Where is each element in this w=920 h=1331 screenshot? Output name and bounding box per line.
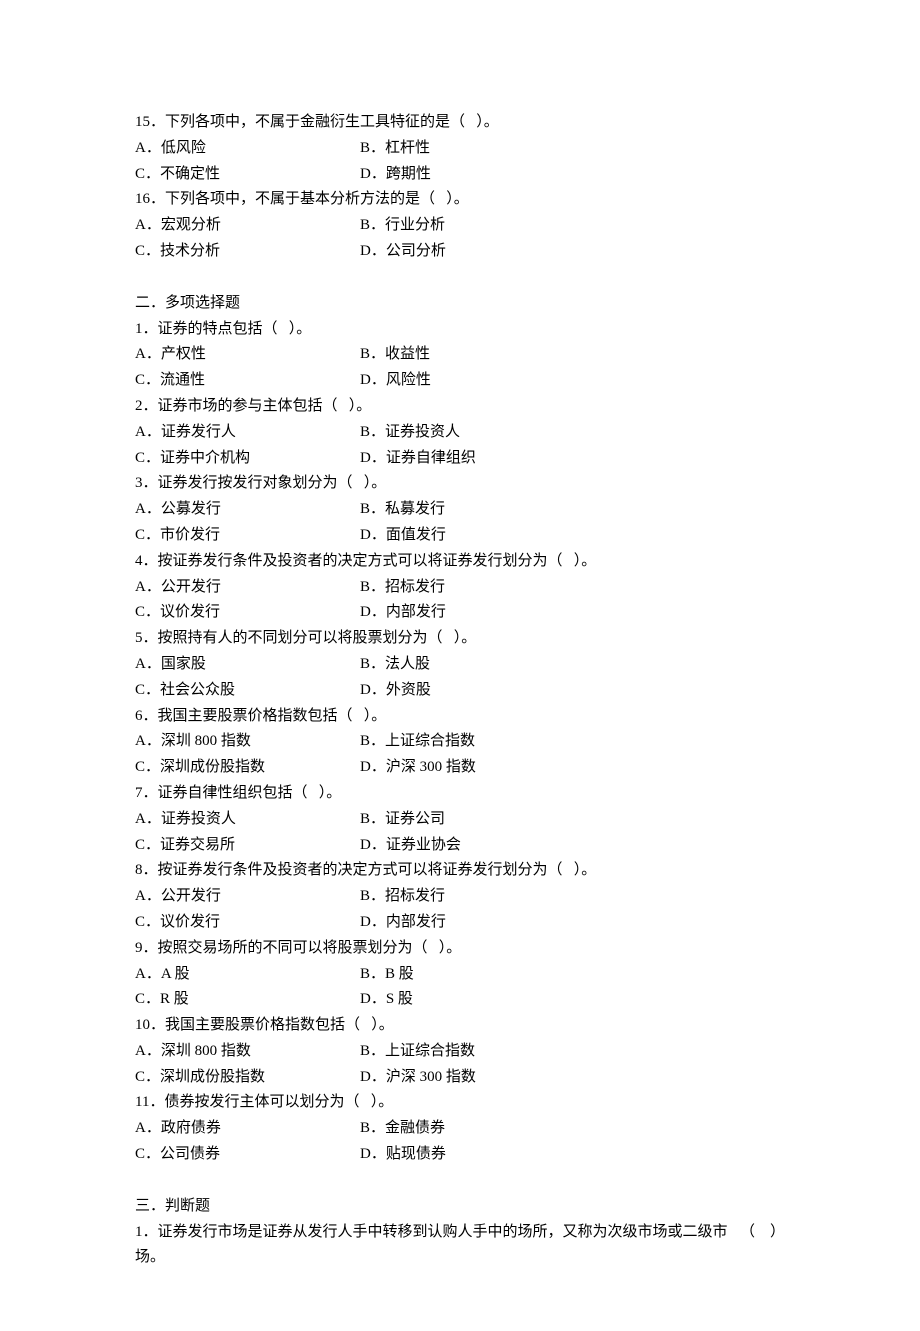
multi-q5-d: D．外资股 [360,678,431,704]
multi-q2-d: D．证券自律组织 [360,446,476,472]
multi-q2-stem: 2．证券市场的参与主体包括（ ）。 [135,394,785,420]
single-q16-stem: 16．下列各项中，不属于基本分析方法的是（ ）。 [135,187,785,213]
multi-q2-b: B．证券投资人 [360,420,460,446]
multi-q5-a: A．国家股 [135,652,360,678]
multi-q3-a: A．公募发行 [135,497,360,523]
multi-q8-stem: 8．按证券发行条件及投资者的决定方式可以将证券发行划分为（ ）。 [135,858,785,884]
multi-q10-stem: 10．我国主要股票价格指数包括（ ）。 [135,1013,785,1039]
multi-q11-stem: 11．债券按发行主体可以划分为（ ）。 [135,1090,785,1116]
multi-q2-a: A．证券发行人 [135,420,360,446]
single-q15-b: B．杠杆性 [360,136,430,162]
single-q15-stem: 15．下列各项中，不属于金融衍生工具特征的是（ ）。 [135,110,785,136]
multi-q5-row-cd: C．社会公众股 D．外资股 [135,678,785,704]
multi-q9-c: C．R 股 [135,987,360,1013]
single-q15-a: A．低风险 [135,136,360,162]
single-q15-row-ab: A．低风险 B．杠杆性 [135,136,785,162]
multi-heading: 二．多项选择题 [135,291,785,317]
multi-q8-a: A．公开发行 [135,884,360,910]
multi-q7-b: B．证券公司 [360,807,445,833]
multi-q11-b: B．金融债券 [360,1116,445,1142]
multi-q11-row-cd: C．公司债券 D．贴现债券 [135,1142,785,1168]
multi-q10-b: B．上证综合指数 [360,1039,475,1065]
multi-q10-c: C．深圳成份股指数 [135,1065,360,1091]
multi-q1-b: B．收益性 [360,342,430,368]
multi-q4-stem: 4．按证券发行条件及投资者的决定方式可以将证券发行划分为（ ）。 [135,549,785,575]
multi-q9-a: A．A 股 [135,962,360,988]
multi-q8-d: D．内部发行 [360,910,446,936]
multi-q1-d: D．风险性 [360,368,431,394]
single-q15-c: C．不确定性 [135,162,360,188]
multi-q6-d: D．沪深 300 指数 [360,755,476,781]
multi-q10-row-cd: C．深圳成份股指数 D．沪深 300 指数 [135,1065,785,1091]
multi-q6-a: A．深圳 800 指数 [135,729,360,755]
multi-q7-d: D．证券业协会 [360,833,461,859]
multi-q3-d: D．面值发行 [360,523,446,549]
multi-q11-c: C．公司债券 [135,1142,360,1168]
multi-q9-row-ab: A．A 股 B．B 股 [135,962,785,988]
single-q16-c: C．技术分析 [135,239,360,265]
multi-q3-stem: 3．证券发行按发行对象划分为（ ）。 [135,471,785,497]
multi-q3-row-ab: A．公募发行 B．私募发行 [135,497,785,523]
tf-heading: 三．判断题 [135,1194,785,1220]
multi-q5-c: C．社会公众股 [135,678,360,704]
multi-q6-row-cd: C．深圳成份股指数 D．沪深 300 指数 [135,755,785,781]
multi-q9-d: D．S 股 [360,987,413,1013]
multi-q4-a: A．公开发行 [135,575,360,601]
multi-q6-b: B．上证综合指数 [360,729,475,755]
multi-q2-row-cd: C．证券中介机构 D．证券自律组织 [135,446,785,472]
multi-q4-b: B．招标发行 [360,575,445,601]
single-q16-b: B．行业分析 [360,213,445,239]
multi-q7-a: A．证券投资人 [135,807,360,833]
multi-q1-a: A．产权性 [135,342,360,368]
multi-q3-c: C．市价发行 [135,523,360,549]
multi-q9-b: B．B 股 [360,962,414,988]
multi-q5-b: B．法人股 [360,652,430,678]
multi-q8-c: C．议价发行 [135,910,360,936]
multi-q1-row-ab: A．产权性 B．收益性 [135,342,785,368]
multi-q6-row-ab: A．深圳 800 指数 B．上证综合指数 [135,729,785,755]
multi-q4-row-ab: A．公开发行 B．招标发行 [135,575,785,601]
multi-q5-row-ab: A．国家股 B．法人股 [135,652,785,678]
multi-q1-c: C．流通性 [135,368,360,394]
single-q15-row-cd: C．不确定性 D．跨期性 [135,162,785,188]
multi-q1-row-cd: C．流通性 D．风险性 [135,368,785,394]
multi-q3-row-cd: C．市价发行 D．面值发行 [135,523,785,549]
multi-q2-row-ab: A．证券发行人 B．证券投资人 [135,420,785,446]
multi-q11-d: D．贴现债券 [360,1142,446,1168]
multi-q8-b: B．招标发行 [360,884,445,910]
single-q16-row-ab: A．宏观分析 B．行业分析 [135,213,785,239]
multi-q5-stem: 5．按照持有人的不同划分可以将股票划分为（ ）。 [135,626,785,652]
multi-q10-row-ab: A．深圳 800 指数 B．上证综合指数 [135,1039,785,1065]
single-q16-a: A．宏观分析 [135,213,360,239]
multi-q6-stem: 6．我国主要股票价格指数包括（ ）。 [135,704,785,730]
multi-q7-c: C．证券交易所 [135,833,360,859]
multi-q10-d: D．沪深 300 指数 [360,1065,476,1091]
multi-q8-row-ab: A．公开发行 B．招标发行 [135,884,785,910]
tf-q1-stem: 1．证券发行市场是证券从发行人手中转移到认购人手中的场所，又称为次级市场或二级市… [135,1220,734,1272]
multi-q8-row-cd: C．议价发行 D．内部发行 [135,910,785,936]
tf-q1-blank: （ ） [734,1220,785,1272]
multi-q11-row-ab: A．政府债券 B．金融债券 [135,1116,785,1142]
multi-q11-a: A．政府债券 [135,1116,360,1142]
multi-q9-row-cd: C．R 股 D．S 股 [135,987,785,1013]
multi-q9-stem: 9．按照交易场所的不同可以将股票划分为（ ）。 [135,936,785,962]
multi-q3-b: B．私募发行 [360,497,445,523]
exam-page: 15．下列各项中，不属于金融衍生工具特征的是（ ）。 A．低风险 B．杠杆性 C… [0,0,920,1331]
multi-q2-c: C．证券中介机构 [135,446,360,472]
multi-q4-c: C．议价发行 [135,600,360,626]
multi-q1-stem: 1．证券的特点包括（ ）。 [135,317,785,343]
multi-q7-row-ab: A．证券投资人 B．证券公司 [135,807,785,833]
single-q15-d: D．跨期性 [360,162,431,188]
multi-q7-row-cd: C．证券交易所 D．证券业协会 [135,833,785,859]
single-q16-d: D．公司分析 [360,239,446,265]
tf-q1: 1．证券发行市场是证券从发行人手中转移到认购人手中的场所，又称为次级市场或二级市… [135,1220,785,1272]
single-q16-row-cd: C．技术分析 D．公司分析 [135,239,785,265]
multi-q6-c: C．深圳成份股指数 [135,755,360,781]
multi-q4-d: D．内部发行 [360,600,446,626]
multi-q10-a: A．深圳 800 指数 [135,1039,360,1065]
multi-q4-row-cd: C．议价发行 D．内部发行 [135,600,785,626]
multi-q7-stem: 7．证券自律性组织包括（ ）。 [135,781,785,807]
